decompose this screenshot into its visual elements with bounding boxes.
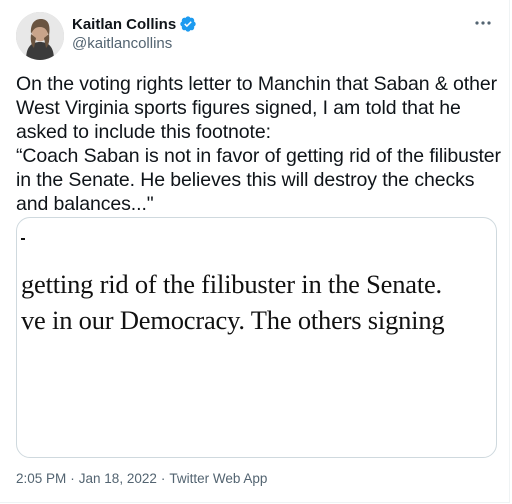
- author-avatar[interactable]: [16, 12, 64, 60]
- meta-separator: ·: [160, 471, 166, 486]
- author-handle[interactable]: @kaitlancollins: [72, 35, 172, 52]
- tweet-source[interactable]: Twitter Web App: [169, 471, 267, 486]
- image-text-line: getting rid of the filibuster in the Sen…: [21, 269, 442, 299]
- tweet-time[interactable]: 2:05 PM: [16, 471, 66, 486]
- author-name[interactable]: Kaitlan Collins: [72, 16, 176, 33]
- verified-badge-icon: [180, 16, 196, 32]
- tweet-text: On the voting rights letter to Manchin t…: [16, 72, 501, 216]
- scan-mark: [21, 238, 25, 240]
- image-text-line: ve in our Democracy. The others signing: [21, 305, 445, 335]
- more-horizontal-icon: [475, 21, 491, 25]
- tweet-paragraph: “Coach Saban is not in favor of getting …: [16, 145, 501, 215]
- meta-separator: ·: [70, 471, 75, 486]
- tweet-paragraph: On the voting rights letter to Manchin t…: [16, 73, 498, 143]
- user-avatar-icon: [16, 12, 64, 60]
- tweet-date[interactable]: Jan 18, 2022: [79, 471, 157, 486]
- tweet-card: Kaitlan Collins @kaitlancollins On the v…: [0, 0, 510, 503]
- more-options-button[interactable]: [471, 14, 495, 32]
- author-name-row: Kaitlan Collins: [72, 15, 197, 33]
- tweet-image[interactable]: getting rid of the filibuster in the Sen…: [16, 217, 497, 458]
- tweet-metadata: 2:05 PM · Jan 18, 2022 · Twitter Web App: [16, 471, 267, 486]
